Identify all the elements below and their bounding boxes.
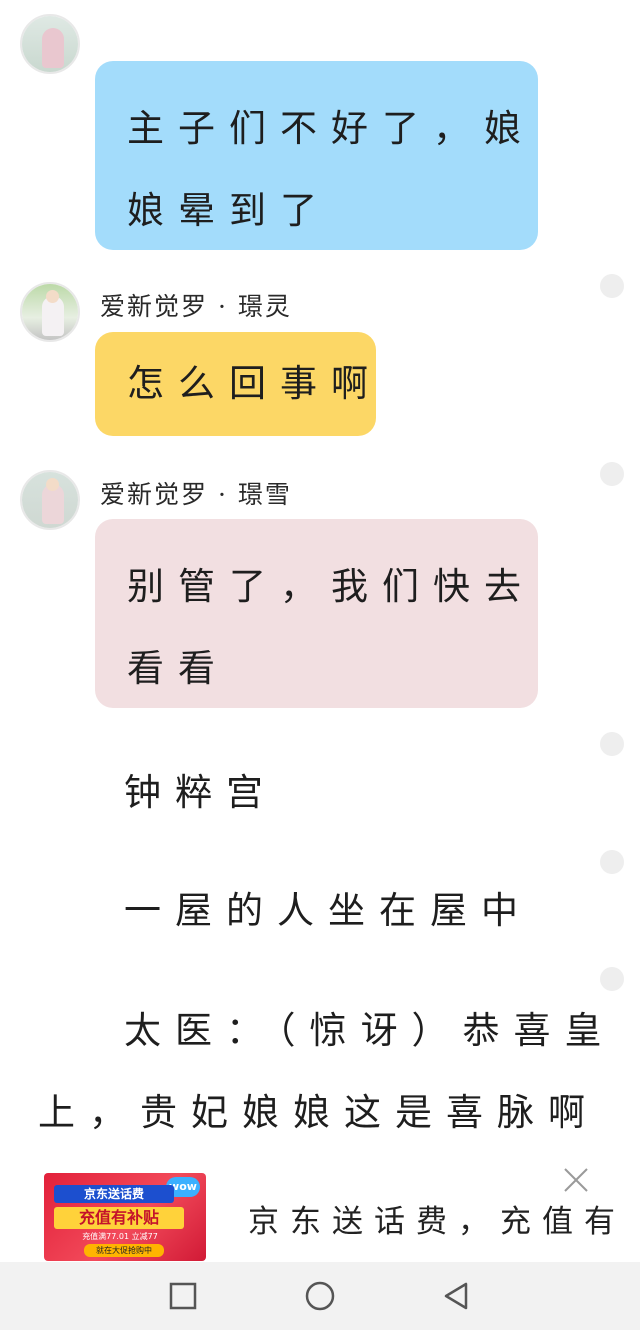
ad-image[interactable]: wow 京东送话费 充值有补贴 充值满77.01 立减77 就在大促抢购中 <box>44 1173 206 1261</box>
triangle-back-icon[interactable] <box>440 1280 472 1312</box>
ad-text[interactable]: 京东送话费，充值有补贴 <box>248 1196 614 1241</box>
message-text: 娘晕到了 <box>127 189 331 232</box>
narration-text: 一屋的人坐在屋中 <box>124 889 532 932</box>
narration-text: 上，贵妃娘娘这是喜脉啊 <box>38 1091 599 1134</box>
status-dot <box>600 967 624 991</box>
message-bubble[interactable]: 怎么回事啊 <box>95 332 376 436</box>
ad-banner-row[interactable]: wow 京东送话费 充值有补贴 充值满77.01 立减77 就在大促抢购中 京东… <box>0 1160 640 1261</box>
message-text: 主子们不好了，娘 <box>127 107 535 150</box>
message-bubble[interactable]: 别管了，我们快去 看看 <box>95 519 538 708</box>
ad-banner-line: 就在大促抢购中 <box>84 1244 164 1257</box>
status-dot <box>600 850 624 874</box>
sender-name: 爱新觉罗 · 璟雪 <box>100 480 292 509</box>
narration-text: 太医：（惊讶）恭喜皇 <box>124 1009 616 1052</box>
message-text: 怎么回事啊 <box>127 362 382 405</box>
status-dot <box>600 462 624 486</box>
avatar[interactable] <box>20 14 80 74</box>
message-text: 别管了，我们快去 <box>127 565 535 608</box>
circle-icon[interactable] <box>304 1280 336 1312</box>
ad-banner-line: 充值满77.01 立减77 <box>82 1232 158 1241</box>
narration-text: 钟粹宫 <box>124 771 277 814</box>
message-text: 看看 <box>127 647 229 690</box>
message-bubble[interactable]: 主子们不好了，娘 娘晕到了 <box>95 61 538 250</box>
sender-name: 爱新觉罗 · 璟灵 <box>100 292 292 321</box>
ad-banner-line: 京东送话费 <box>54 1185 174 1203</box>
close-icon[interactable] <box>560 1164 592 1196</box>
ad-banner-line: 充值有补贴 <box>54 1207 184 1229</box>
avatar[interactable] <box>20 282 80 342</box>
avatar[interactable] <box>20 470 80 530</box>
square-icon[interactable] <box>167 1280 199 1312</box>
status-dot <box>600 274 624 298</box>
status-dot <box>600 732 624 756</box>
system-navbar <box>0 1262 640 1330</box>
